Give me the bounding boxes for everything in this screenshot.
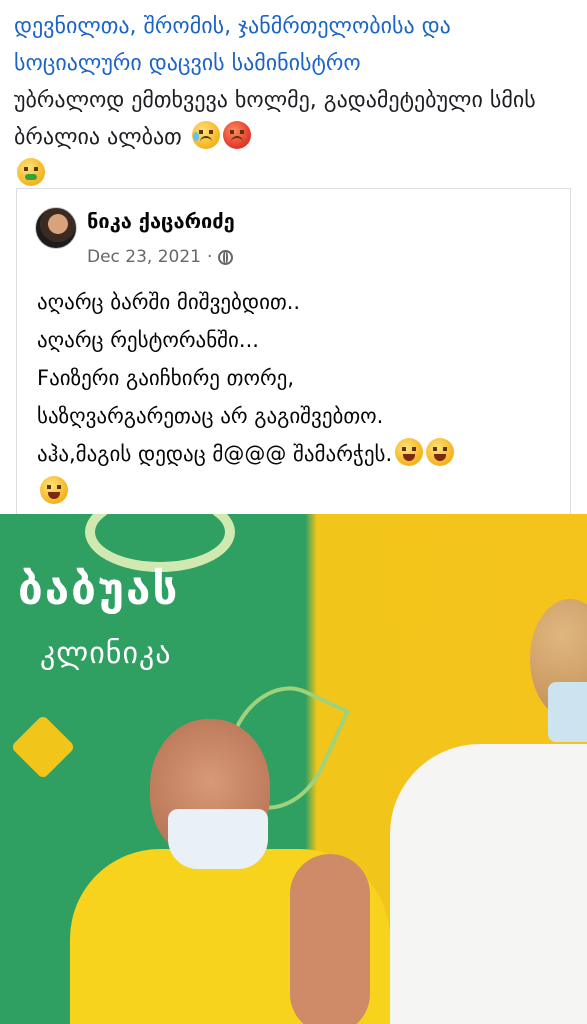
shared-line xyxy=(37,473,562,511)
shared-line: აღარც ბარში მიშვებდით.. xyxy=(37,290,301,314)
shared-post-text: აღარც ბარში მიშვებდით.. აღარც რესტორანში… xyxy=(37,283,562,511)
post-body: დევნილთა, შრომის, ჯანმრთელობისა და სოცია… xyxy=(14,8,579,193)
shared-line: Fაიზერი გაიჩხირე თორე, xyxy=(37,366,295,390)
heart-icon xyxy=(10,714,76,780)
nauseated-face-emoji xyxy=(17,158,45,186)
man-arm xyxy=(290,854,370,1024)
shared-line: საზღვარგარეთაც არ გაგიშვებთო. xyxy=(37,404,384,428)
avatar[interactable] xyxy=(35,207,77,249)
ministry-mention-link[interactable]: დევნილთა, შრომის, ჯანმრთელობისა და სოცია… xyxy=(14,8,579,82)
author-name[interactable]: ნიკა ქაცარიძე xyxy=(87,209,235,233)
post-date[interactable]: Dec 23, 2021 xyxy=(87,247,201,267)
angry-face-emoji xyxy=(222,121,251,149)
laughing-tears-emoji xyxy=(395,438,424,466)
laughing-tears-emoji xyxy=(426,438,455,466)
clinic-banner-subtitle: კლინიკა xyxy=(40,636,172,671)
shared-line: აჰა,მაგის დედაც მ@@@ შამარჭეს. xyxy=(37,435,562,473)
sad-tear-emoji xyxy=(191,121,220,149)
shared-line: აღარც რესტორანში... xyxy=(37,328,259,352)
post-photo[interactable]: ბაბუას კლინიკა xyxy=(0,514,587,1024)
face-mask xyxy=(168,809,268,869)
nurse-mask xyxy=(548,682,587,742)
globe-icon xyxy=(218,249,234,265)
clinic-banner-title: ბაბუას xyxy=(18,564,180,615)
laughing-tears-emoji xyxy=(40,476,68,504)
meta-separator: · xyxy=(207,247,213,267)
shared-post-card[interactable]: ნიკა ქაცარიძე Dec 23, 2021 · აღარც ბარში… xyxy=(16,188,571,514)
post-meta: Dec 23, 2021 · xyxy=(87,247,234,267)
post-text: უბრალოდ ემთხვევა ხოლმე, გადამეტებული სმი… xyxy=(14,88,536,150)
nurse-figure xyxy=(390,744,587,1024)
